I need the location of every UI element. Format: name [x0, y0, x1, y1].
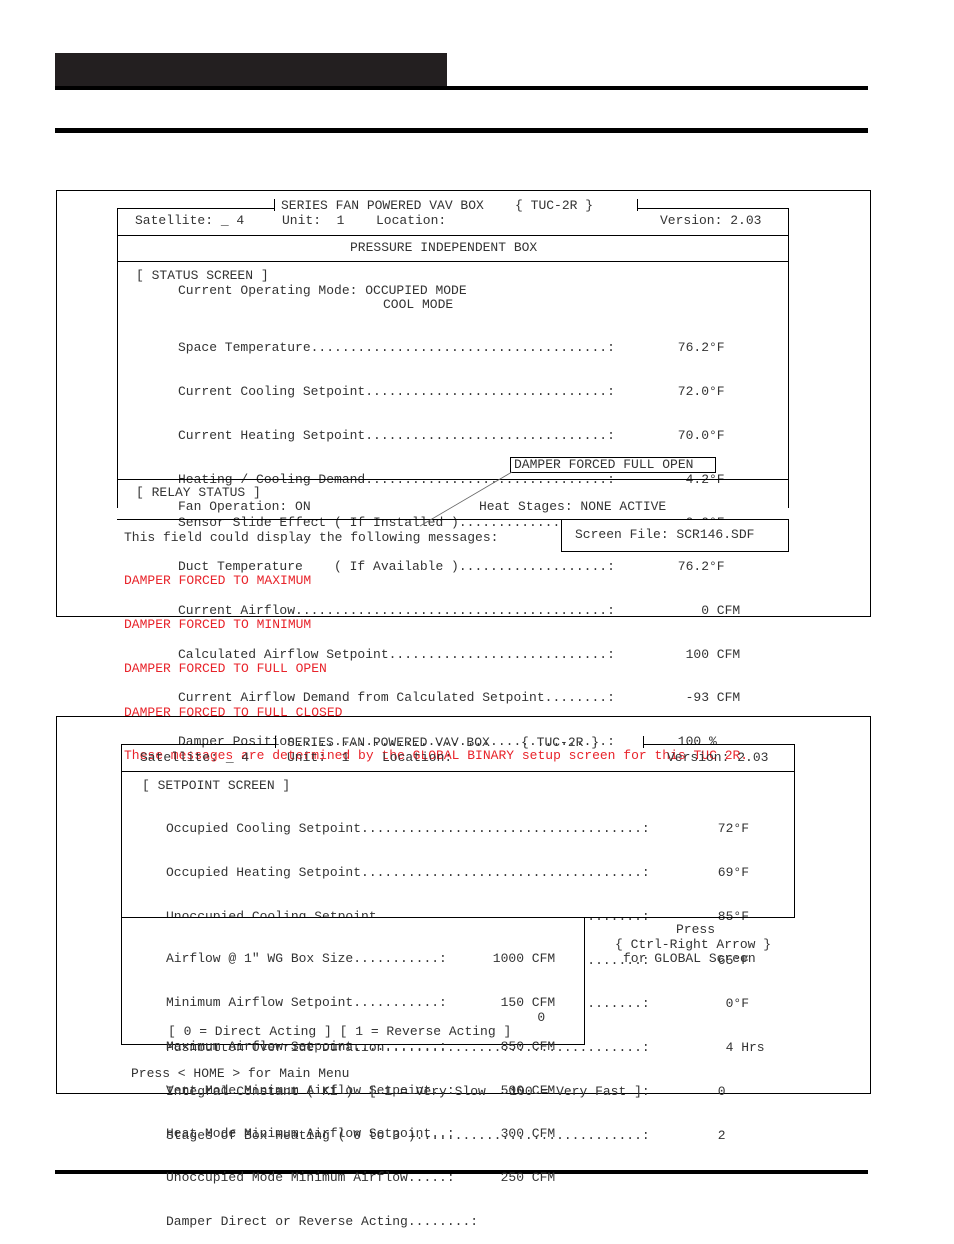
note-message: DAMPER FORCED TO MAXIMUM	[124, 573, 312, 589]
airflow-row-value: 500 CFM	[485, 1082, 556, 1098]
status-screen-title: SERIES FAN POWERED VAV BOX { TUC-2R }	[281, 198, 594, 213]
operating-mode-sub: COOL MODE	[383, 297, 454, 312]
page-header-block	[55, 53, 447, 86]
setpoint-row-value: 69°F	[710, 864, 750, 880]
status-row-value: 76.2°F	[670, 340, 725, 356]
airflow-row-value: 850 CFM	[485, 1038, 556, 1054]
setpoint-section-label: [ SETPOINT SCREEN ]	[142, 778, 291, 793]
divider	[117, 261, 789, 262]
callout-pointer	[419, 471, 513, 527]
screen-right-border	[794, 744, 795, 917]
airflow-row-value: 1000 CFM	[485, 951, 556, 967]
divider	[117, 235, 789, 236]
airflow-row-label: Airflow @ 1" WG Box Size...........:	[166, 951, 447, 967]
unit-label: Unit: 1	[287, 750, 350, 765]
airflow-row-label: Minimum Airflow Setpoint...........:	[166, 994, 447, 1010]
damper-message-box: DAMPER FORCED FULL OPEN	[510, 457, 716, 473]
version-label: Version: 2.03	[667, 750, 769, 765]
setpoint-screen-title: SERIES FAN POWERED VAV BOX { TUC-2R }	[287, 735, 600, 750]
status-row-value: 72.0°F	[670, 383, 725, 399]
global-hint-line: for GLOBAL Screen	[623, 951, 756, 966]
global-hint-line: Press	[676, 922, 716, 937]
airflow-row-value: 150 CFM	[485, 994, 556, 1010]
setpoint-row-value: 2	[710, 1127, 726, 1143]
airflow-row-label: Maximum Airflow Setpoint...........:	[166, 1038, 447, 1054]
acting-legend: [ 0 = Direct Acting ] [ 1 = Reverse Acti…	[168, 1024, 512, 1039]
airflow-row-value: 300 CFM	[485, 1126, 556, 1142]
screen-file: Screen File: SCR146.SDF	[575, 527, 755, 542]
airflow-row-label: Vent Mode Minimum Airflow Setpoint..:	[166, 1082, 455, 1098]
section-rule	[55, 128, 868, 133]
box-type-label: PRESSURE INDEPENDENT BOX	[350, 240, 538, 255]
airflow-row-label: Unoccupied Mode Minimum Airflow.....:	[166, 1170, 455, 1186]
satellite-label: Satellite: _ 4	[135, 213, 245, 228]
title-rule-right	[643, 744, 795, 745]
damper-message: DAMPER FORCED FULL OPEN	[514, 457, 694, 472]
status-row-value: 70.0°F	[670, 427, 725, 443]
satellite-label: Satellite: _ 4	[140, 750, 250, 765]
setpoint-row-label: Occupied Heating Setpoint...............…	[166, 864, 650, 880]
airflow-row-value: 250 CFM	[485, 1170, 556, 1186]
airflow-row-label: Heat Mode Minimum Airflow Setpoint..:	[166, 1126, 455, 1142]
callout-line	[419, 471, 513, 527]
fan-operation: Fan Operation: ON	[178, 499, 311, 514]
title-tick-right	[637, 199, 638, 211]
screen-left-border	[121, 744, 122, 917]
status-row-label: Current Heating Setpoint................…	[178, 427, 615, 443]
setpoint-row-value: 0	[710, 1083, 726, 1099]
damper-acting-value: 0	[514, 1010, 546, 1025]
title-rule-right	[637, 208, 789, 209]
status-row-label: Current Cooling Setpoint................…	[178, 383, 615, 399]
airflow-rows-values: 1000 CFM 150 CFM 850 CFM 500 CFM 300 CFM…	[485, 923, 555, 1200]
location-label: Location:	[382, 750, 453, 765]
header-rule	[55, 86, 868, 90]
note-message: DAMPER FORCED TO FULL OPEN	[124, 660, 327, 676]
status-section-label: [ STATUS SCREEN ]	[136, 268, 269, 283]
airflow-row-label: Damper Direct or Reverse Acting........:	[166, 1213, 479, 1229]
setpoint-row-value: 4 Hrs	[710, 1040, 765, 1056]
version-label: Version: 2.03	[660, 213, 762, 228]
title-tick-right	[643, 736, 644, 748]
screen-left-border	[117, 208, 118, 508]
status-row-label: Space Temperature.......................…	[178, 340, 615, 356]
unit-label: Unit: 1	[282, 213, 345, 228]
setpoint-row-label: Occupied Cooling Setpoint...............…	[166, 821, 650, 837]
location-label: Location:	[376, 213, 447, 228]
title-tick-left	[275, 736, 276, 748]
setpoint-rows-values: 72°F 69°F 85°F 65°F 0°F 4 Hrs 0 2	[710, 793, 765, 1158]
title-tick-left	[274, 199, 275, 211]
note-intro: This field could display the following m…	[124, 530, 499, 545]
setpoint-row-value: 72°F	[710, 821, 750, 837]
title-rule-left	[117, 208, 274, 209]
home-hint: Press < HOME > for Main Menu	[131, 1066, 350, 1081]
divider	[121, 771, 795, 772]
airflow-rows-labels: Airflow @ 1" WG Box Size...........: Min…	[166, 923, 478, 1244]
note-message: DAMPER FORCED TO MINIMUM	[124, 616, 312, 632]
screen-right-border	[788, 208, 789, 508]
setpoint-row-value: 0°F	[710, 996, 750, 1012]
title-rule-left	[121, 744, 275, 745]
